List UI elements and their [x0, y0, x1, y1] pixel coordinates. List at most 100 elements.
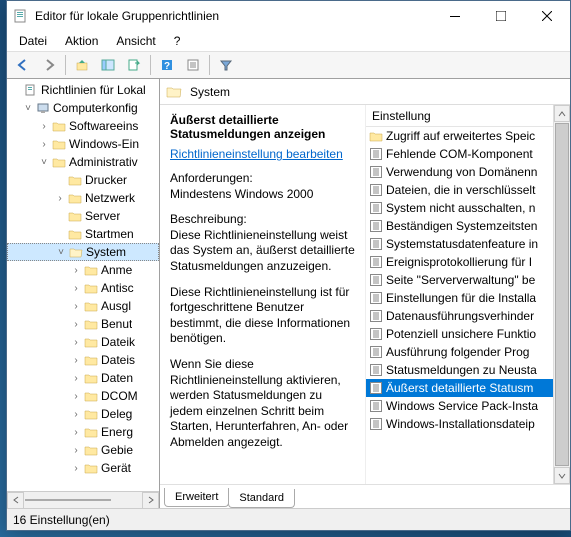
minimize-button[interactable]: [432, 1, 478, 30]
tree-sub-item[interactable]: ›Gebie: [7, 441, 159, 459]
tree-sub-item[interactable]: › Dateis: [7, 351, 159, 369]
chevron-down-icon[interactable]: ˅: [37, 157, 51, 168]
list-item[interactable]: Dateien, die in verschlüsselt: [366, 181, 570, 199]
list-item[interactable]: Seite "Serververwaltung" be: [366, 271, 570, 289]
tree-system[interactable]: ˅ System: [7, 243, 159, 261]
menu-file[interactable]: Datei: [11, 32, 55, 50]
list-vertical-scrollbar[interactable]: [553, 105, 570, 484]
tree-sub-item[interactable]: ›Dateik: [7, 333, 159, 351]
chevron-right-icon[interactable]: ›: [53, 193, 67, 204]
tree-server[interactable]: Server: [7, 207, 159, 225]
chevron-right-icon[interactable]: ›: [69, 463, 83, 474]
tree-sub-item[interactable]: ›Daten: [7, 369, 159, 387]
list-item[interactable]: Windows Service Pack-Insta: [366, 397, 570, 415]
tree-label: Server: [85, 209, 120, 223]
folder-open-icon: [68, 244, 84, 260]
scrollbar-thumb[interactable]: [25, 499, 111, 501]
folder-icon: [83, 262, 99, 278]
description-p2: Diese Richtlinieneinstellung ist für for…: [170, 285, 355, 347]
chevron-right-icon[interactable]: ›: [69, 319, 83, 330]
tree-sub-item[interactable]: ›Deleg: [7, 405, 159, 423]
requirements-label: Anforderungen:: [170, 171, 253, 185]
list-item[interactable]: Beständigen Systemzeitsten: [366, 217, 570, 235]
list-item[interactable]: Systemstatusdatenfeature in: [366, 235, 570, 253]
chevron-right-icon[interactable]: ›: [69, 337, 83, 348]
tree-horizontal-scrollbar[interactable]: [7, 491, 159, 508]
help-button[interactable]: ?: [155, 54, 179, 76]
list-item[interactable]: Einstellungen für die Installa: [366, 289, 570, 307]
tree-netzwerk[interactable]: › Netzwerk: [7, 189, 159, 207]
forward-button[interactable]: [37, 54, 61, 76]
chevron-right-icon[interactable]: ›: [69, 445, 83, 456]
scroll-right-button[interactable]: [142, 492, 159, 509]
list-item[interactable]: Ereignisprotokollierung für I: [366, 253, 570, 271]
setting-icon: [368, 308, 384, 324]
list-item[interactable]: Fehlende COM-Komponent: [366, 145, 570, 163]
up-button[interactable]: [70, 54, 94, 76]
tree-label: Dateis: [101, 353, 135, 367]
list-item[interactable]: Windows-Installationsdateip: [366, 415, 570, 433]
scroll-down-button[interactable]: [554, 467, 570, 484]
show-hide-tree-button[interactable]: [96, 54, 120, 76]
scroll-left-button[interactable]: [7, 492, 24, 509]
chevron-right-icon[interactable]: ›: [69, 265, 83, 276]
tree-sub-item[interactable]: ›Anme: [7, 261, 159, 279]
tree-root[interactable]: Richtlinien für Lokal: [7, 81, 159, 99]
tree-sub-item[interactable]: ›DCOM: [7, 387, 159, 405]
tree-sub-item[interactable]: ›Gerät: [7, 459, 159, 477]
maximize-button[interactable]: [478, 1, 524, 30]
policy-icon: [23, 82, 39, 98]
tree-windows[interactable]: › Windows-Ein: [7, 135, 159, 153]
folder-icon: [67, 190, 83, 206]
menu-help[interactable]: ?: [166, 32, 189, 50]
scrollbar-thumb[interactable]: [555, 123, 569, 466]
chevron-right-icon[interactable]: ›: [37, 121, 51, 132]
tree-admin[interactable]: ˅ Administrativ: [7, 153, 159, 171]
filter-button[interactable]: [214, 54, 238, 76]
scroll-up-button[interactable]: [554, 105, 570, 122]
tab-extended[interactable]: Erweitert: [164, 488, 229, 507]
menu-action[interactable]: Aktion: [57, 32, 106, 50]
chevron-down-icon[interactable]: ˅: [21, 103, 35, 114]
help-icon: ?: [160, 58, 174, 72]
list-item[interactable]: Ausführung folgender Prog: [366, 343, 570, 361]
tree-drucker[interactable]: Drucker: [7, 171, 159, 189]
close-button[interactable]: [524, 1, 570, 30]
tree-sub-item[interactable]: ›Energ: [7, 423, 159, 441]
chevron-right-icon[interactable]: ›: [69, 283, 83, 294]
folder-icon: [51, 136, 67, 152]
chevron-right-icon[interactable]: ›: [69, 391, 83, 402]
list-item[interactable]: System nicht ausschalten, n: [366, 199, 570, 217]
list-item[interactable]: Datenausführungsverhinder: [366, 307, 570, 325]
tree-sub-item[interactable]: ›Ausgl: [7, 297, 159, 315]
chevron-right-icon[interactable]: ›: [69, 427, 83, 438]
tab-standard[interactable]: Standard: [228, 489, 295, 508]
chevron-right-icon[interactable]: ›: [69, 373, 83, 384]
list-item[interactable]: Äußerst detaillierte Statusm: [366, 379, 570, 397]
edit-policy-link[interactable]: Richtlinieneinstellung bearbeiten: [170, 147, 343, 161]
titlebar[interactable]: Editor für lokale Gruppenrichtlinien: [7, 1, 570, 31]
tree-computer-config[interactable]: ˅ Computerkonfig: [7, 99, 159, 117]
list-item[interactable]: Zugriff auf erweitertes Speic: [366, 127, 570, 145]
list-item[interactable]: Potenziell unsichere Funktio: [366, 325, 570, 343]
tree-sub-item[interactable]: ›Benut: [7, 315, 159, 333]
chevron-right-icon[interactable]: ›: [37, 139, 51, 150]
window-title: Editor für lokale Gruppenrichtlinien: [35, 9, 432, 23]
chevron-right-icon[interactable]: ›: [69, 409, 83, 420]
chevron-right-icon[interactable]: ›: [69, 301, 83, 312]
properties-button[interactable]: [181, 54, 205, 76]
list-body[interactable]: Zugriff auf erweitertes SpeicFehlende CO…: [366, 127, 570, 484]
list-item[interactable]: Verwendung von Domänenn: [366, 163, 570, 181]
tree-software[interactable]: › Softwareeins: [7, 117, 159, 135]
tree-startmenu[interactable]: Startmen: [7, 225, 159, 243]
path-bar: System: [160, 79, 570, 105]
chevron-right-icon[interactable]: ›: [69, 355, 83, 366]
back-button[interactable]: [11, 54, 35, 76]
tree-scroll[interactable]: Richtlinien für Lokal ˅ Computerkonfig ›…: [7, 79, 159, 491]
list-column-header[interactable]: Einstellung ^: [366, 105, 570, 127]
export-button[interactable]: [122, 54, 146, 76]
list-item[interactable]: Statusmeldungen zu Neusta: [366, 361, 570, 379]
chevron-down-icon[interactable]: ˅: [54, 247, 68, 258]
tree-sub-item[interactable]: ›Antisc: [7, 279, 159, 297]
menu-view[interactable]: Ansicht: [108, 32, 163, 50]
